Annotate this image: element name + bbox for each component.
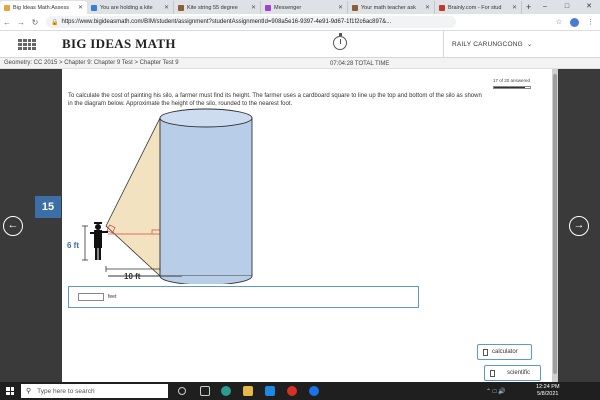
- tab-close-icon[interactable]: ✕: [251, 4, 256, 11]
- tab-favicon-icon: [178, 4, 184, 11]
- total-time: 07:04:28 TOTAL TIME: [330, 61, 390, 67]
- tab-favicon-icon: [352, 4, 358, 11]
- minimize-button[interactable]: –: [534, 0, 556, 14]
- browser-tab-strip: Big Ideas Math:Assess ✕ You are holding a …: [0, 0, 600, 14]
- tab-favicon-icon: [265, 4, 271, 11]
- scientific-label: scientific: [507, 370, 531, 376]
- tab-close-icon[interactable]: ✕: [164, 4, 169, 11]
- tab-favicon-icon: [91, 4, 97, 11]
- header-divider: [443, 31, 444, 58]
- browser-tab[interactable]: You are holding a kite ✕: [87, 1, 174, 14]
- distance-label: 10 ft: [124, 272, 141, 281]
- user-menu[interactable]: RAILY CARUNGCONG ⌄: [452, 40, 533, 48]
- answer-container: feet: [68, 286, 419, 308]
- calculator-label: calculator: [492, 349, 518, 355]
- user-name: RAILY CARUNGCONG: [452, 41, 523, 48]
- browser-tab[interactable]: Messenger ✕: [261, 1, 348, 14]
- clock-date: 5/8/2021: [537, 391, 559, 397]
- forward-arrow-icon[interactable]: →: [14, 18, 28, 27]
- new-tab-button[interactable]: +: [526, 1, 531, 14]
- breadcrumb-bar: Geometry: CC 2015 > Chapter 9: Chapter 9…: [0, 58, 600, 69]
- edge-icon[interactable]: [221, 386, 231, 396]
- brand-logo: BIG IDEAS MATH: [62, 36, 176, 51]
- answered-count: 17 of 20 answered: [493, 78, 531, 83]
- cortana-icon[interactable]: [178, 387, 186, 395]
- scientific-calculator-button[interactable]: scientific: [484, 365, 541, 381]
- tab-label: You are holding a kite: [100, 4, 153, 11]
- close-window-button[interactable]: ✕: [578, 0, 600, 14]
- taskbar-search[interactable]: ⚲ Type here to search: [21, 384, 168, 398]
- browser-tab[interactable]: Big Ideas Math:Assess ✕: [0, 1, 87, 14]
- silo-bottom: [159, 275, 253, 284]
- tab-close-icon[interactable]: ✕: [425, 4, 430, 11]
- stopwatch-icon[interactable]: [333, 33, 347, 50]
- search-icon: ⚲: [26, 388, 32, 395]
- previous-question-button[interactable]: ←: [3, 216, 23, 236]
- clock-time: 12:24 PM: [536, 384, 560, 390]
- tab-label: Messenger: [274, 4, 302, 11]
- tab-close-icon[interactable]: ✕: [338, 4, 343, 11]
- app-icon[interactable]: [309, 386, 319, 396]
- question-number-badge: 15: [35, 196, 61, 218]
- browser-tab[interactable]: Kite string 55 degree ✕: [174, 1, 261, 14]
- tab-label: Brainly.com - For stud: [448, 4, 502, 11]
- url-field[interactable]: 🔒 https://www.bigideasmath.com/BIM/stude…: [46, 16, 456, 28]
- star-icon[interactable]: ☆: [556, 18, 562, 26]
- browser-tab[interactable]: Brainly.com - For stud ✕: [435, 1, 522, 14]
- tab-label: Kite string 55 degree: [187, 4, 238, 11]
- progress-bar-fill: [494, 87, 525, 88]
- chevron-down-icon: ⌄: [524, 41, 533, 48]
- store-icon[interactable]: [265, 386, 275, 396]
- silo-diagram: 6 ft 10 ft: [67, 108, 253, 284]
- profile-avatar[interactable]: [570, 17, 579, 27]
- question-text: To calculate the cost of painting his si…: [68, 93, 482, 107]
- taskbar: ⚲ Type here to search ⌃ □ 🔊 12:24 PM 5/8…: [0, 382, 600, 400]
- clock[interactable]: 12:24 PM 5/8/2021: [536, 384, 560, 398]
- windows-start-icon[interactable]: [6, 387, 14, 395]
- window-controls: – □ ✕: [534, 0, 600, 14]
- scrollbar-thumb[interactable]: [553, 74, 557, 374]
- browser-tab[interactable]: Your math teacher ask ✕: [348, 1, 435, 14]
- sight-triangle: [105, 117, 161, 277]
- person-height-label: 6 ft: [67, 241, 79, 250]
- calculator-button[interactable]: calculator: [477, 344, 532, 360]
- back-arrow-icon[interactable]: ←: [0, 18, 14, 27]
- site-header: BIG IDEAS MATH RAILY CARUNGCONG ⌄: [0, 31, 600, 58]
- answer-unit: feet: [108, 294, 117, 300]
- tab-label: Your math teacher ask: [361, 4, 416, 11]
- answer-input[interactable]: [78, 293, 104, 301]
- address-bar: ← → ↻ 🔒 https://www.bigideasmath.com/BIM…: [0, 14, 600, 31]
- tab-close-icon[interactable]: ✕: [512, 4, 517, 11]
- silo-body: [159, 117, 253, 277]
- maximize-button[interactable]: □: [556, 0, 578, 14]
- chrome-icon[interactable]: [287, 386, 297, 396]
- lock-icon: 🔒: [51, 19, 59, 26]
- apps-grid-icon[interactable]: [18, 39, 36, 50]
- tab-label: Big Ideas Math:Assess: [13, 4, 69, 11]
- progress-bar: [493, 86, 531, 89]
- calculator-icon: [483, 348, 488, 356]
- file-explorer-icon[interactable]: [243, 386, 253, 396]
- url-text: https://www.bigideasmath.com/BIM/student…: [61, 19, 392, 25]
- farmer-figure: [90, 222, 108, 260]
- calculator-icon: [490, 369, 495, 377]
- next-question-button[interactable]: →: [569, 216, 589, 236]
- search-placeholder: Type here to search: [37, 387, 95, 395]
- reload-icon[interactable]: ↻: [28, 18, 42, 27]
- tab-close-icon[interactable]: ✕: [78, 4, 83, 11]
- breadcrumb[interactable]: Geometry: CC 2015 > Chapter 9: Chapter 9…: [4, 60, 179, 66]
- system-tray-icons[interactable]: ⌃ □ 🔊: [486, 388, 505, 395]
- menu-dots-icon[interactable]: ⋮: [587, 18, 594, 26]
- tab-favicon-icon: [4, 4, 10, 11]
- task-view-icon[interactable]: [200, 386, 210, 396]
- silo-top: [159, 108, 253, 128]
- tab-favicon-icon: [439, 4, 445, 11]
